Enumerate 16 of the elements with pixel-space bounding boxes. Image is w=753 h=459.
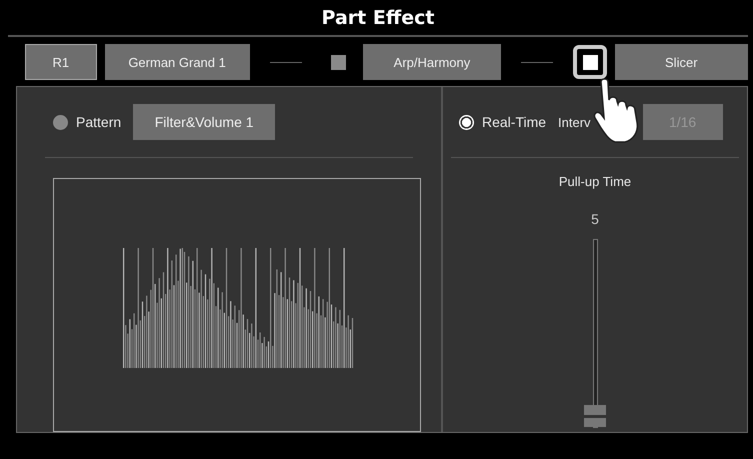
realtime-label: Real-Time [482,114,546,130]
slicer-button[interactable]: Slicer [614,44,748,80]
pattern-select[interactable]: Filter&Volume 1 [133,104,276,140]
voice-button[interactable]: German Grand 1 [104,44,250,80]
pattern-label: Pattern [76,114,122,130]
slider-thumb[interactable] [584,405,606,427]
window-title: Part Effect [322,6,434,28]
arp-harmony-button[interactable]: Arp/Harmony [363,44,501,80]
pullup-label: Pull-up Time [558,174,632,189]
arp-toggle[interactable] [331,54,346,70]
pullup-reading: 5 [591,211,599,227]
realtime-radio[interactable] [459,114,474,130]
pattern-radio[interactable] [53,114,68,130]
interval-label: Interv [558,114,591,130]
slicer-toggle[interactable] [573,45,607,79]
part-button[interactable]: R1 [25,44,97,80]
